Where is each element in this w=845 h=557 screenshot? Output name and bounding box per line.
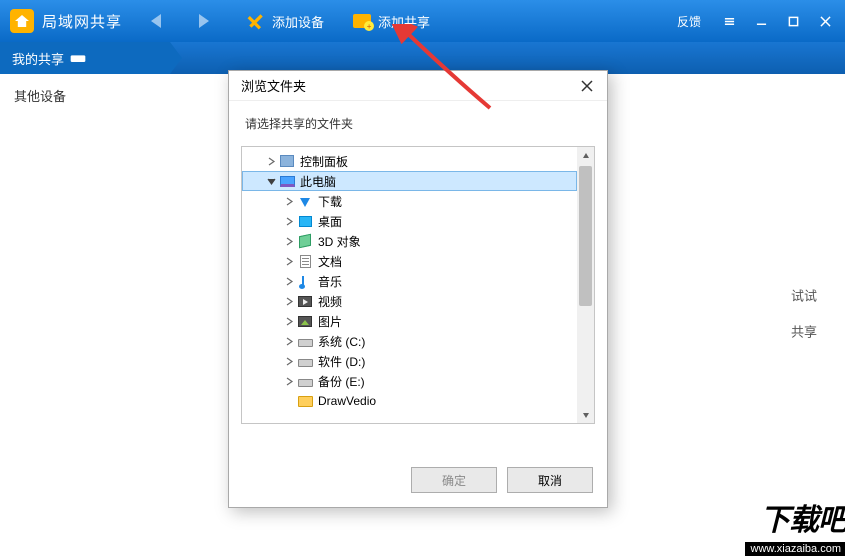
dialog-close-button[interactable] xyxy=(575,74,599,98)
tree-node[interactable]: 软件 (D:) xyxy=(242,351,577,371)
wrench-icon xyxy=(246,11,266,31)
tree-node[interactable]: 视频 xyxy=(242,291,577,311)
drive-icon xyxy=(296,373,314,389)
expander-icon[interactable] xyxy=(264,177,278,186)
folder-tree[interactable]: 控制面板此电脑下载桌面 3D 对象文档音乐视频图片系统 (C:) 软件 (D:) 备份… xyxy=(242,147,577,423)
tree-node[interactable]: 系统 (C:) xyxy=(242,331,577,351)
tree-node-label: 下载 xyxy=(318,193,342,210)
panel-icon xyxy=(278,153,296,169)
scroll-down-button[interactable] xyxy=(577,406,594,423)
dialog-titlebar: 浏览文件夹 xyxy=(229,71,607,101)
desk-icon xyxy=(296,213,314,229)
drive-icon xyxy=(296,333,314,349)
expander-icon[interactable] xyxy=(282,237,296,246)
scroll-up-button[interactable] xyxy=(577,147,594,164)
tree-node[interactable]: 控制面板 xyxy=(242,151,577,171)
tree-node-label: 控制面板 xyxy=(300,153,348,170)
tree-node[interactable]: 音乐 xyxy=(242,271,577,291)
down-icon xyxy=(296,193,314,209)
pc-icon xyxy=(278,173,296,189)
nav-back-button[interactable] xyxy=(142,7,170,35)
watermark: 下载吧 www.xiazaiba.com xyxy=(745,495,845,557)
tree-node[interactable]: 3D 对象 xyxy=(242,231,577,251)
cancel-button[interactable]: 取消 xyxy=(507,467,593,493)
add-device-label: 添加设备 xyxy=(272,12,324,31)
tree-node[interactable]: 桌面 xyxy=(242,211,577,231)
ok-button[interactable]: 确定 xyxy=(411,467,497,493)
tree-node-label: 图片 xyxy=(318,313,342,330)
sidebar-item-other-devices[interactable]: 其他设备 xyxy=(0,74,170,117)
sidebar-tab-my-shares[interactable]: 我的共享 xyxy=(0,42,170,74)
dialog-buttons: 确定 取消 xyxy=(229,455,607,507)
folder-plus-icon xyxy=(352,11,372,31)
tree-node[interactable]: DrawVedio xyxy=(242,391,577,411)
tree-node-label: DrawVedio xyxy=(318,394,376,408)
expander-icon[interactable] xyxy=(282,277,296,286)
video-icon xyxy=(296,293,314,309)
minimize-button[interactable] xyxy=(745,7,777,35)
dialog-title: 浏览文件夹 xyxy=(241,76,306,95)
doc-icon xyxy=(296,253,314,269)
maximize-button[interactable] xyxy=(777,7,809,35)
dialog-prompt: 请选择共享的文件夹 xyxy=(229,101,607,140)
add-device-button[interactable]: 添加设备 xyxy=(246,11,324,31)
tree-node-label: 此电脑 xyxy=(300,173,336,190)
tree-node-label: 软件 (D:) xyxy=(318,353,365,370)
expander-icon[interactable] xyxy=(282,357,296,366)
3d-icon xyxy=(296,233,314,249)
app-title: 局域网共享 xyxy=(42,11,122,32)
tree-node-label: 音乐 xyxy=(318,273,342,290)
tree-node[interactable]: 下载 xyxy=(242,191,577,211)
close-button[interactable] xyxy=(809,7,841,35)
expander-icon[interactable] xyxy=(282,337,296,346)
tree-node-label: 桌面 xyxy=(318,213,342,230)
scroll-track[interactable] xyxy=(577,164,594,406)
tree-node-label: 系统 (C:) xyxy=(318,333,365,350)
scroll-thumb[interactable] xyxy=(579,166,592,306)
tree-node-label: 视频 xyxy=(318,293,342,310)
tree-node[interactable]: 图片 xyxy=(242,311,577,331)
expander-icon[interactable] xyxy=(282,257,296,266)
expander-icon[interactable] xyxy=(282,297,296,306)
app-icon xyxy=(10,9,34,33)
expander-icon[interactable] xyxy=(282,217,296,226)
nav-forward-button[interactable] xyxy=(190,7,218,35)
folder-icon xyxy=(296,393,314,409)
feedback-link[interactable]: 反馈 xyxy=(677,13,701,30)
tree-node-label: 备份 (E:) xyxy=(318,373,365,390)
tree-node-label: 文档 xyxy=(318,253,342,270)
expander-icon[interactable] xyxy=(282,317,296,326)
tree-node[interactable]: 备份 (E:) xyxy=(242,371,577,391)
tree-scrollbar[interactable] xyxy=(577,147,594,423)
sidebar-tab-label: 我的共享 xyxy=(12,49,64,68)
expander-icon[interactable] xyxy=(264,157,278,166)
add-share-button[interactable]: 添加共享 xyxy=(352,11,430,31)
tree-node[interactable]: 文档 xyxy=(242,251,577,271)
tree-node[interactable]: 此电脑 xyxy=(242,171,577,191)
music-icon xyxy=(296,273,314,289)
shares-icon xyxy=(70,52,86,64)
add-share-label: 添加共享 xyxy=(378,12,430,31)
expander-icon[interactable] xyxy=(282,377,296,386)
pic-icon xyxy=(296,313,314,329)
window-controls: 反馈 xyxy=(677,0,841,42)
background-hint: 试试 共享 xyxy=(791,278,817,351)
drive-icon xyxy=(296,353,314,369)
expander-icon[interactable] xyxy=(282,197,296,206)
sidebar: 我的共享 其他设备 xyxy=(0,74,170,555)
browse-folder-dialog: 浏览文件夹 请选择共享的文件夹 控制面板此电脑下载桌面 3D 对象文档音乐视频图片… xyxy=(228,70,608,508)
folder-tree-container: 控制面板此电脑下载桌面 3D 对象文档音乐视频图片系统 (C:) 软件 (D:) 备份… xyxy=(241,146,595,424)
tree-node-label: 3D 对象 xyxy=(318,233,361,250)
menu-button[interactable] xyxy=(713,7,745,35)
titlebar: 局域网共享 添加设备 添加共享 反馈 xyxy=(0,0,845,42)
